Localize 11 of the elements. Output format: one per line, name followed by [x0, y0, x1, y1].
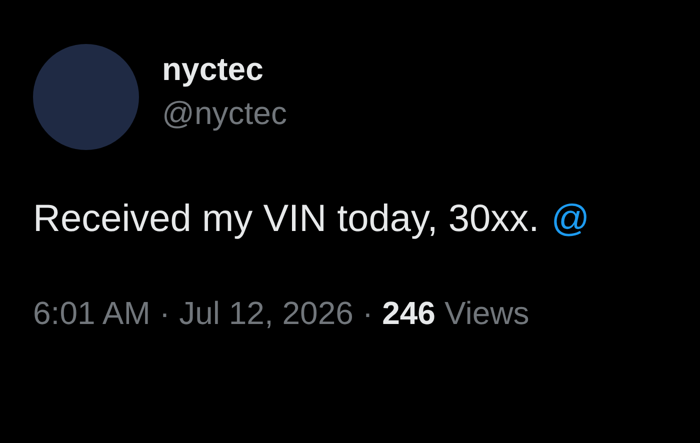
meta-text: Jul 12, 2026 [179, 294, 354, 332]
avatar[interactable] [33, 44, 139, 150]
separator-dot: · [159, 294, 170, 332]
view-count: 246 [382, 294, 436, 332]
display-name[interactable]: nyctec [162, 50, 287, 88]
tweet-text: Received my VIN today, 30xx. [33, 197, 540, 242]
meta-text: 6:01 AM [33, 294, 150, 332]
separator-dot: · [362, 294, 374, 332]
username[interactable]: @nyctec [162, 94, 287, 132]
meta-text: Views [444, 294, 530, 332]
mention-link[interactable]: @ [551, 196, 590, 242]
